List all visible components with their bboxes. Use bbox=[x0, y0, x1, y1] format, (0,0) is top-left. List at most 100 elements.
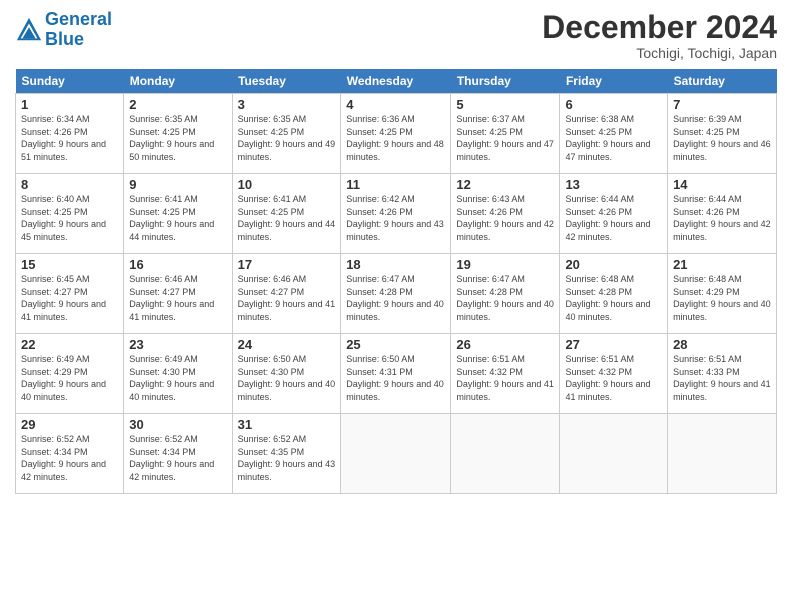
calendar-header-row: Sunday Monday Tuesday Wednesday Thursday… bbox=[16, 69, 777, 94]
day-number: 2 bbox=[129, 97, 226, 112]
calendar-cell: 22 Sunrise: 6:49 AM Sunset: 4:29 PM Dayl… bbox=[16, 334, 124, 414]
logo-blue: Blue bbox=[45, 29, 84, 49]
title-section: December 2024 Tochigi, Tochigi, Japan bbox=[542, 10, 777, 61]
calendar-cell: 18 Sunrise: 6:47 AM Sunset: 4:28 PM Dayl… bbox=[341, 254, 451, 334]
calendar-cell: 4 Sunrise: 6:36 AM Sunset: 4:25 PM Dayli… bbox=[341, 94, 451, 174]
day-number: 27 bbox=[565, 337, 662, 352]
day-number: 31 bbox=[238, 417, 336, 432]
day-info: Sunrise: 6:40 AM Sunset: 4:25 PM Dayligh… bbox=[21, 193, 118, 243]
day-info: Sunrise: 6:50 AM Sunset: 4:31 PM Dayligh… bbox=[346, 353, 445, 403]
day-info: Sunrise: 6:36 AM Sunset: 4:25 PM Dayligh… bbox=[346, 113, 445, 163]
day-info: Sunrise: 6:39 AM Sunset: 4:25 PM Dayligh… bbox=[673, 113, 771, 163]
calendar-cell: 14 Sunrise: 6:44 AM Sunset: 4:26 PM Dayl… bbox=[668, 174, 777, 254]
day-info: Sunrise: 6:42 AM Sunset: 4:26 PM Dayligh… bbox=[346, 193, 445, 243]
location: Tochigi, Tochigi, Japan bbox=[542, 45, 777, 61]
day-info: Sunrise: 6:49 AM Sunset: 4:29 PM Dayligh… bbox=[21, 353, 118, 403]
col-saturday: Saturday bbox=[668, 69, 777, 94]
day-info: Sunrise: 6:52 AM Sunset: 4:35 PM Dayligh… bbox=[238, 433, 336, 483]
day-info: Sunrise: 6:49 AM Sunset: 4:30 PM Dayligh… bbox=[129, 353, 226, 403]
day-info: Sunrise: 6:37 AM Sunset: 4:25 PM Dayligh… bbox=[456, 113, 554, 163]
day-number: 5 bbox=[456, 97, 554, 112]
calendar-cell: 17 Sunrise: 6:46 AM Sunset: 4:27 PM Dayl… bbox=[232, 254, 341, 334]
day-info: Sunrise: 6:44 AM Sunset: 4:26 PM Dayligh… bbox=[565, 193, 662, 243]
col-thursday: Thursday bbox=[451, 69, 560, 94]
logo: General Blue bbox=[15, 10, 112, 50]
calendar-cell: 15 Sunrise: 6:45 AM Sunset: 4:27 PM Dayl… bbox=[16, 254, 124, 334]
calendar-cell: 2 Sunrise: 6:35 AM Sunset: 4:25 PM Dayli… bbox=[124, 94, 232, 174]
day-info: Sunrise: 6:51 AM Sunset: 4:32 PM Dayligh… bbox=[565, 353, 662, 403]
calendar-cell: 21 Sunrise: 6:48 AM Sunset: 4:29 PM Dayl… bbox=[668, 254, 777, 334]
day-info: Sunrise: 6:38 AM Sunset: 4:25 PM Dayligh… bbox=[565, 113, 662, 163]
day-number: 15 bbox=[21, 257, 118, 272]
day-number: 16 bbox=[129, 257, 226, 272]
calendar-cell: 24 Sunrise: 6:50 AM Sunset: 4:30 PM Dayl… bbox=[232, 334, 341, 414]
day-info: Sunrise: 6:47 AM Sunset: 4:28 PM Dayligh… bbox=[346, 273, 445, 323]
logo-icon bbox=[15, 16, 43, 44]
calendar-cell: 12 Sunrise: 6:43 AM Sunset: 4:26 PM Dayl… bbox=[451, 174, 560, 254]
month-title: December 2024 bbox=[542, 10, 777, 45]
day-number: 3 bbox=[238, 97, 336, 112]
calendar-cell: 25 Sunrise: 6:50 AM Sunset: 4:31 PM Dayl… bbox=[341, 334, 451, 414]
day-info: Sunrise: 6:43 AM Sunset: 4:26 PM Dayligh… bbox=[456, 193, 554, 243]
day-info: Sunrise: 6:34 AM Sunset: 4:26 PM Dayligh… bbox=[21, 113, 118, 163]
day-number: 8 bbox=[21, 177, 118, 192]
calendar-cell: 13 Sunrise: 6:44 AM Sunset: 4:26 PM Dayl… bbox=[560, 174, 668, 254]
day-number: 19 bbox=[456, 257, 554, 272]
day-number: 21 bbox=[673, 257, 771, 272]
calendar-cell: 26 Sunrise: 6:51 AM Sunset: 4:32 PM Dayl… bbox=[451, 334, 560, 414]
day-info: Sunrise: 6:35 AM Sunset: 4:25 PM Dayligh… bbox=[129, 113, 226, 163]
calendar-cell bbox=[451, 414, 560, 494]
day-number: 7 bbox=[673, 97, 771, 112]
calendar-cell: 11 Sunrise: 6:42 AM Sunset: 4:26 PM Dayl… bbox=[341, 174, 451, 254]
calendar-cell: 31 Sunrise: 6:52 AM Sunset: 4:35 PM Dayl… bbox=[232, 414, 341, 494]
week-row-5: 29 Sunrise: 6:52 AM Sunset: 4:34 PM Dayl… bbox=[16, 414, 777, 494]
calendar-table: Sunday Monday Tuesday Wednesday Thursday… bbox=[15, 69, 777, 494]
day-info: Sunrise: 6:46 AM Sunset: 4:27 PM Dayligh… bbox=[238, 273, 336, 323]
day-number: 22 bbox=[21, 337, 118, 352]
day-number: 11 bbox=[346, 177, 445, 192]
day-number: 17 bbox=[238, 257, 336, 272]
day-number: 9 bbox=[129, 177, 226, 192]
calendar-cell: 10 Sunrise: 6:41 AM Sunset: 4:25 PM Dayl… bbox=[232, 174, 341, 254]
calendar-cell bbox=[560, 414, 668, 494]
day-number: 18 bbox=[346, 257, 445, 272]
calendar-cell: 20 Sunrise: 6:48 AM Sunset: 4:28 PM Dayl… bbox=[560, 254, 668, 334]
calendar-cell: 28 Sunrise: 6:51 AM Sunset: 4:33 PM Dayl… bbox=[668, 334, 777, 414]
day-info: Sunrise: 6:52 AM Sunset: 4:34 PM Dayligh… bbox=[129, 433, 226, 483]
week-row-1: 1 Sunrise: 6:34 AM Sunset: 4:26 PM Dayli… bbox=[16, 94, 777, 174]
calendar-cell: 6 Sunrise: 6:38 AM Sunset: 4:25 PM Dayli… bbox=[560, 94, 668, 174]
calendar-cell: 19 Sunrise: 6:47 AM Sunset: 4:28 PM Dayl… bbox=[451, 254, 560, 334]
day-info: Sunrise: 6:48 AM Sunset: 4:28 PM Dayligh… bbox=[565, 273, 662, 323]
day-number: 13 bbox=[565, 177, 662, 192]
day-info: Sunrise: 6:48 AM Sunset: 4:29 PM Dayligh… bbox=[673, 273, 771, 323]
day-info: Sunrise: 6:52 AM Sunset: 4:34 PM Dayligh… bbox=[21, 433, 118, 483]
calendar-cell: 9 Sunrise: 6:41 AM Sunset: 4:25 PM Dayli… bbox=[124, 174, 232, 254]
calendar-cell: 16 Sunrise: 6:46 AM Sunset: 4:27 PM Dayl… bbox=[124, 254, 232, 334]
calendar-cell: 7 Sunrise: 6:39 AM Sunset: 4:25 PM Dayli… bbox=[668, 94, 777, 174]
calendar-cell: 23 Sunrise: 6:49 AM Sunset: 4:30 PM Dayl… bbox=[124, 334, 232, 414]
day-info: Sunrise: 6:47 AM Sunset: 4:28 PM Dayligh… bbox=[456, 273, 554, 323]
day-number: 28 bbox=[673, 337, 771, 352]
day-number: 24 bbox=[238, 337, 336, 352]
calendar-cell: 3 Sunrise: 6:35 AM Sunset: 4:25 PM Dayli… bbox=[232, 94, 341, 174]
logo-general: General bbox=[45, 9, 112, 29]
day-number: 4 bbox=[346, 97, 445, 112]
day-number: 12 bbox=[456, 177, 554, 192]
day-info: Sunrise: 6:41 AM Sunset: 4:25 PM Dayligh… bbox=[238, 193, 336, 243]
week-row-4: 22 Sunrise: 6:49 AM Sunset: 4:29 PM Dayl… bbox=[16, 334, 777, 414]
col-wednesday: Wednesday bbox=[341, 69, 451, 94]
day-number: 29 bbox=[21, 417, 118, 432]
col-sunday: Sunday bbox=[16, 69, 124, 94]
logo-text: General Blue bbox=[45, 10, 112, 50]
calendar-cell: 29 Sunrise: 6:52 AM Sunset: 4:34 PM Dayl… bbox=[16, 414, 124, 494]
day-info: Sunrise: 6:51 AM Sunset: 4:32 PM Dayligh… bbox=[456, 353, 554, 403]
col-monday: Monday bbox=[124, 69, 232, 94]
day-number: 14 bbox=[673, 177, 771, 192]
week-row-2: 8 Sunrise: 6:40 AM Sunset: 4:25 PM Dayli… bbox=[16, 174, 777, 254]
day-info: Sunrise: 6:50 AM Sunset: 4:30 PM Dayligh… bbox=[238, 353, 336, 403]
header: General Blue December 2024 Tochigi, Toch… bbox=[15, 10, 777, 61]
calendar-cell: 27 Sunrise: 6:51 AM Sunset: 4:32 PM Dayl… bbox=[560, 334, 668, 414]
day-info: Sunrise: 6:51 AM Sunset: 4:33 PM Dayligh… bbox=[673, 353, 771, 403]
day-info: Sunrise: 6:46 AM Sunset: 4:27 PM Dayligh… bbox=[129, 273, 226, 323]
calendar-cell: 8 Sunrise: 6:40 AM Sunset: 4:25 PM Dayli… bbox=[16, 174, 124, 254]
